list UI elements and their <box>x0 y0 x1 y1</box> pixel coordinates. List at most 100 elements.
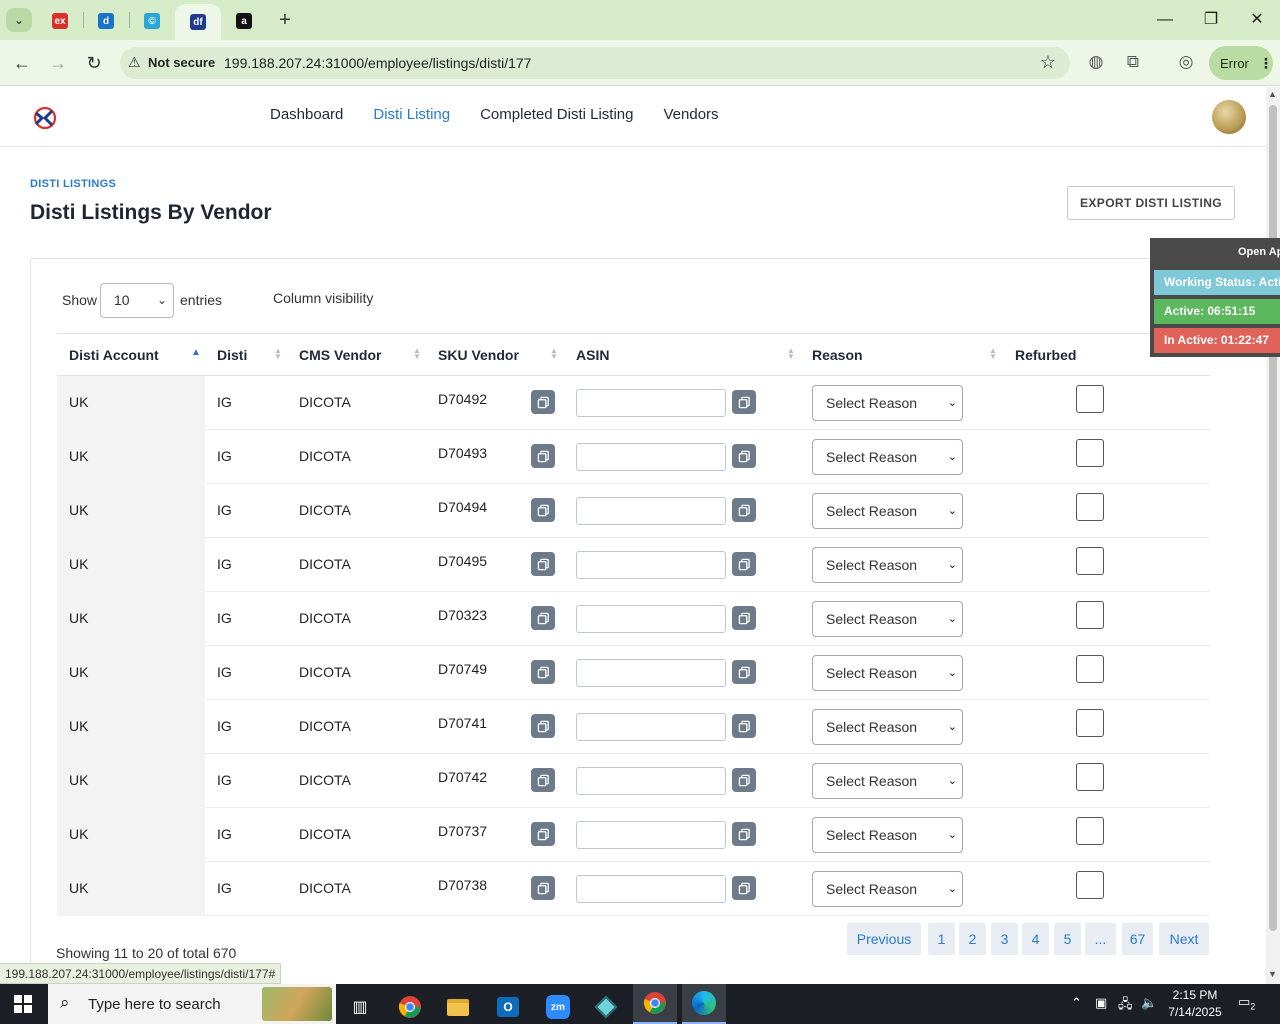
reason-select[interactable]: Select Reason ⌄ <box>812 763 963 799</box>
col-asin[interactable]: ASIN <box>576 347 609 363</box>
reason-select[interactable]: Select Reason ⌄ <box>812 871 963 907</box>
copy-sku-icon[interactable] <box>531 714 555 738</box>
refurbed-checkbox[interactable] <box>1076 439 1104 467</box>
scroll-up-icon[interactable]: ▲ <box>1268 89 1277 99</box>
copy-asin-icon[interactable] <box>732 822 756 846</box>
copy-sku-icon[interactable] <box>531 552 555 576</box>
refurbed-checkbox[interactable] <box>1076 817 1104 845</box>
reason-select[interactable]: Select Reason ⌄ <box>812 655 963 691</box>
reason-select[interactable]: Select Reason ⌄ <box>812 385 963 421</box>
outlook-icon[interactable]: O <box>486 990 530 1024</box>
back-button[interactable]: ← <box>9 50 35 76</box>
volume-icon[interactable]: 🔈 <box>1141 995 1157 1011</box>
browser-tab[interactable]: © <box>132 6 172 36</box>
copy-asin-icon[interactable] <box>732 714 756 738</box>
nav-link[interactable]: Completed Disti Listing <box>480 106 633 123</box>
refurbed-checkbox[interactable] <box>1076 547 1104 575</box>
pagination-page[interactable]: ... <box>1085 923 1116 955</box>
chrome-active-icon[interactable] <box>633 984 677 1024</box>
copy-sku-icon[interactable] <box>531 498 555 522</box>
export-disti-listing-button[interactable]: EXPORT DISTI LISTING <box>1067 186 1235 220</box>
new-tab-button[interactable]: + <box>274 9 296 31</box>
pagination-page[interactable]: 67 <box>1122 923 1153 955</box>
tray-app-icon[interactable]: ▣ <box>1095 995 1107 1011</box>
omnibox[interactable]: ⚠ Not secure 199.188.207.24:31000/employ… <box>120 47 1070 79</box>
reason-select[interactable]: Select Reason ⌄ <box>812 709 963 745</box>
copy-asin-icon[interactable] <box>732 552 756 576</box>
nav-link[interactable]: Vendors <box>664 106 719 123</box>
browser-tab[interactable]: a <box>224 6 264 36</box>
browser-tab[interactable]: df <box>175 4 221 40</box>
refurbed-checkbox[interactable] <box>1076 385 1104 413</box>
scrollbar-thumb[interactable] <box>1269 105 1277 931</box>
task-view-icon[interactable]: ▥ <box>338 990 382 1024</box>
extensions-icon[interactable]: ⧉ <box>1121 52 1145 72</box>
profile-icon[interactable]: ◎ <box>1174 52 1198 72</box>
column-visibility-button[interactable]: Column visibility <box>273 290 373 306</box>
company-logo-icon[interactable] <box>32 105 58 131</box>
pagination-page[interactable]: 1 <box>928 923 955 955</box>
asin-input[interactable] <box>576 767 726 795</box>
reason-select[interactable]: Select Reason ⌄ <box>812 493 963 529</box>
network-icon[interactable]: 🖧 <box>1118 995 1133 1017</box>
security-label[interactable]: Not secure <box>148 55 215 70</box>
zoom-icon[interactable]: zm <box>536 990 580 1024</box>
col-reason[interactable]: Reason <box>812 347 863 363</box>
copy-asin-icon[interactable] <box>732 390 756 414</box>
copy-sku-icon[interactable] <box>531 606 555 630</box>
pagination-next[interactable]: Next <box>1159 923 1209 955</box>
col-disti[interactable]: Disti <box>217 347 247 363</box>
open-app-label[interactable]: Open Ap <box>1238 246 1280 258</box>
nav-link[interactable]: Dashboard <box>270 106 343 123</box>
copy-sku-icon[interactable] <box>531 444 555 468</box>
asin-input[interactable] <box>576 605 726 633</box>
pagination-previous[interactable]: Previous <box>847 923 921 955</box>
asin-input[interactable] <box>576 497 726 525</box>
windows-start-icon[interactable] <box>14 995 32 1013</box>
nav-link[interactable]: Disti Listing <box>373 106 450 123</box>
copy-sku-icon[interactable] <box>531 876 555 900</box>
error-button[interactable]: Error ⋮ <box>1209 46 1273 80</box>
clock[interactable]: 2:15 PM 7/14/2025 <box>1162 987 1228 1021</box>
copy-asin-icon[interactable] <box>732 768 756 792</box>
reload-button[interactable]: ↻ <box>81 50 107 76</box>
col-disti-account[interactable]: Disti Account <box>69 347 159 363</box>
url-text[interactable]: 199.188.207.24:31000/employee/listings/d… <box>224 55 531 71</box>
copy-sku-icon[interactable] <box>531 390 555 414</box>
asin-input[interactable] <box>576 443 726 471</box>
pagination-page[interactable]: 5 <box>1054 923 1081 955</box>
pagination-page[interactable]: 4 <box>1022 923 1049 955</box>
copy-sku-icon[interactable] <box>531 822 555 846</box>
user-avatar[interactable] <box>1212 100 1246 134</box>
col-cms-vendor[interactable]: CMS Vendor <box>299 347 381 363</box>
translate-icon[interactable]: ◍ <box>1084 52 1108 72</box>
notification-center-icon[interactable]: ▭2 <box>1238 994 1260 1014</box>
col-sku-vendor[interactable]: SKU Vendor <box>438 347 519 363</box>
copy-sku-icon[interactable] <box>531 660 555 684</box>
asin-input[interactable] <box>576 659 726 687</box>
taskbar-search[interactable]: ⌕ Type here to search <box>48 984 336 1024</box>
copy-asin-icon[interactable] <box>732 606 756 630</box>
asin-input[interactable] <box>576 875 726 903</box>
page-size-select[interactable]: 10 ⌄ <box>100 283 174 318</box>
reason-select[interactable]: Select Reason ⌄ <box>812 601 963 637</box>
copy-sku-icon[interactable] <box>531 768 555 792</box>
copy-asin-icon[interactable] <box>732 660 756 684</box>
chrome-icon[interactable] <box>388 990 432 1024</box>
minimize-button[interactable]: — <box>1142 8 1188 32</box>
refurbed-checkbox[interactable] <box>1076 493 1104 521</box>
asin-input[interactable] <box>576 551 726 579</box>
copy-asin-icon[interactable] <box>732 498 756 522</box>
bookmark-star-icon[interactable]: ☆ <box>1040 52 1056 73</box>
col-refurbed[interactable]: Refurbed <box>1015 347 1076 363</box>
edge-icon[interactable] <box>682 984 726 1024</box>
reason-select[interactable]: Select Reason ⌄ <box>812 817 963 853</box>
scroll-down-icon[interactable]: ▼ <box>1268 969 1277 979</box>
browser-tab[interactable]: ex <box>40 6 80 36</box>
page-scrollbar[interactable]: ▲ ▼ <box>1266 87 1280 984</box>
tab-search-chevron-icon[interactable]: ⌄ <box>6 8 32 32</box>
asin-input[interactable] <box>576 713 726 741</box>
asin-input[interactable] <box>576 821 726 849</box>
pagination-page[interactable]: 3 <box>991 923 1018 955</box>
pagination-page[interactable]: 2 <box>959 923 986 955</box>
